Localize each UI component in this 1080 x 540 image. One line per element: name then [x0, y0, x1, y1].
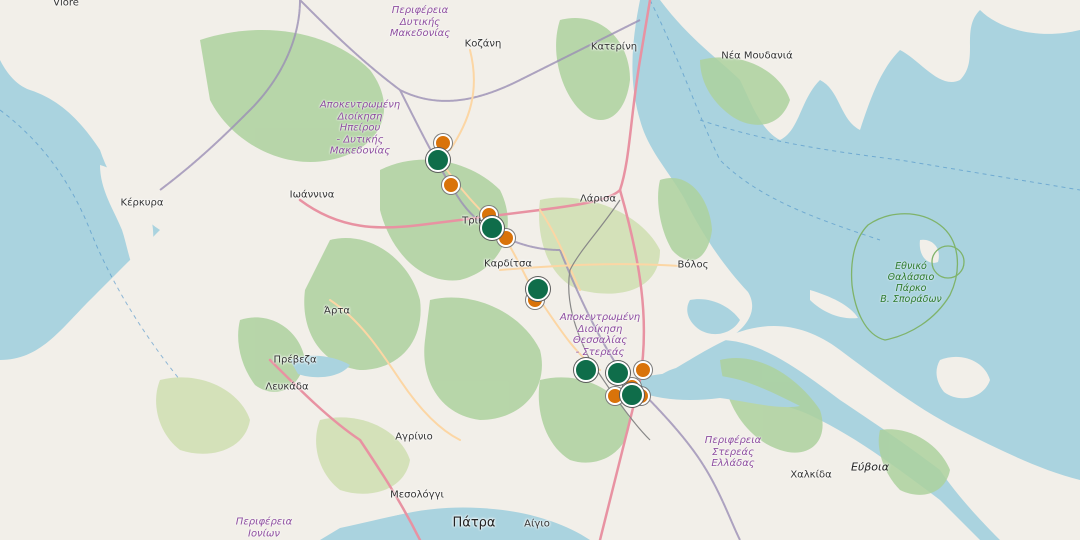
city-label-patra: Πάτρα [452, 515, 496, 531]
city-label-kerkyra: Κέρκυρα [120, 197, 164, 209]
park-label-sporades: Εθνικό Θαλάσσιο Πάρκο Β. Σποράδων [880, 261, 942, 305]
map-canvas[interactable]: Vlorë Κοζάνη Κατερίνη Νέα Μουδανιά Ιωάνν… [0, 0, 1080, 540]
map-marker-green[interactable] [574, 358, 598, 382]
city-label-volos: Βόλος [677, 259, 709, 271]
admin-label-ionian: Περιφέρεια Ιονίων [235, 516, 293, 540]
city-label-agrinio: Αγρίνιο [395, 431, 433, 443]
city-label-karditsa: Καρδίτσα [484, 258, 532, 270]
city-label-katerini: Κατερίνη [590, 41, 638, 53]
city-label-vlore: Vlorë [53, 0, 79, 9]
city-label-chalkida: Χαλκίδα [790, 469, 832, 481]
sporades-island-1 [810, 290, 858, 319]
admin-label-epirus-west-macedonia: Αποκεντρωμένη Διοίκηση Ηπείρου - Δυτικής Μακ… [319, 99, 401, 157]
city-label-kozani: Κοζάνη [464, 38, 502, 50]
island-label-evia: Εύβοια [850, 460, 890, 474]
city-label-lefkada: Λευκάδα [265, 381, 309, 393]
skyros-island [936, 356, 990, 399]
city-label-ioannina: Ιωάννινα [289, 189, 335, 201]
city-label-mesologgi: Μεσολόγγι [390, 489, 444, 501]
city-label-arta: Άρτα [324, 305, 350, 317]
map-marker-green[interactable] [480, 216, 504, 240]
map-marker-green[interactable] [426, 148, 450, 172]
map-marker-green[interactable] [606, 361, 630, 385]
map-marker-green[interactable] [620, 383, 644, 407]
map-marker-orange[interactable] [634, 361, 652, 379]
city-label-preveza: Πρέβεζα [273, 354, 317, 366]
city-label-nea-moudania: Νέα Μουδανιά [721, 50, 793, 62]
admin-label-central-greece: Περιφέρεια Στερεάς Ελλάδας [704, 434, 762, 469]
map-marker-green[interactable] [526, 277, 550, 301]
map-marker-orange[interactable] [442, 176, 460, 194]
admin-label-thessaly-central-greece: Αποκεντρωμένη Διοίκηση Θεσσαλίας - Στερεάς [559, 312, 641, 358]
city-label-aigio: Αίγιο [524, 518, 550, 530]
admin-label-west-macedonia: Περιφέρεια Δυτικής Μακεδονίας [389, 4, 451, 39]
city-label-larisa: Λάρισα [579, 193, 617, 205]
